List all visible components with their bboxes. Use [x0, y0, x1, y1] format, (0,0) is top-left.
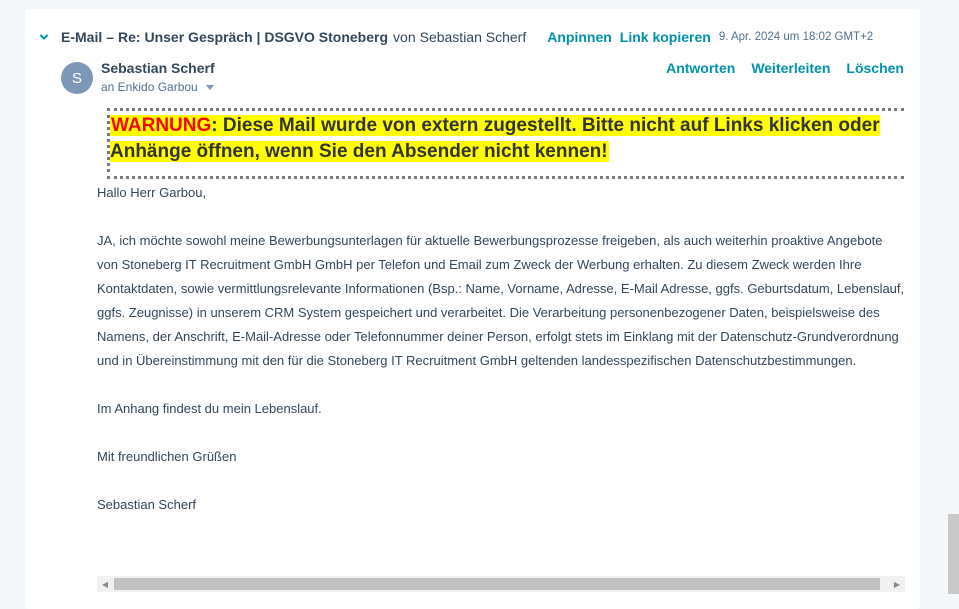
subject-separator: –: [106, 29, 115, 45]
reply-button[interactable]: Antworten: [666, 60, 735, 76]
signature: Sebastian Scherf: [97, 497, 197, 512]
warning-message: : Diese Mail wurde von extern zugestellt…: [110, 115, 880, 162]
external-warning-banner: WARNUNG: Diese Mail wurde von extern zug…: [107, 108, 904, 179]
attachment-note: Im Anhang findest du mein Lebenslauf.: [97, 401, 322, 416]
scroll-right-icon[interactable]: ▶: [889, 576, 905, 592]
greeting: Hallo Herr Garbou,: [97, 185, 207, 200]
from-name: Sebastian Scherf: [419, 29, 527, 45]
avatar: S: [61, 62, 93, 94]
closing: Mit freundlichen Grüßen: [97, 449, 237, 464]
recipient-dropdown[interactable]: an Enkido Garbou: [101, 80, 214, 94]
email-actions: Antworten Weiterleiten Löschen: [666, 60, 904, 76]
pin-button[interactable]: Anpinnen: [547, 29, 612, 45]
warning-label: WARNUNG: [111, 115, 212, 136]
email-body: Hallo Herr Garbou, JA, ich möchte sowohl…: [97, 181, 907, 541]
warning-text: WARNUNG: Diese Mail wurde von extern zug…: [110, 115, 880, 162]
caret-down-icon: [205, 84, 214, 90]
delete-button[interactable]: Löschen: [846, 60, 904, 76]
email-date: 9. Apr. 2024 um 18:02 GMT+2: [718, 31, 874, 43]
email-header: E-Mail – Re: Unser Gespräch | DSGVO Ston…: [39, 27, 904, 47]
recipient-label: an Enkido Garbou: [101, 80, 198, 94]
scrollbar-thumb[interactable]: [114, 578, 880, 590]
horizontal-scrollbar[interactable]: ◀ ▶: [97, 576, 905, 592]
page-scrollbar-thumb[interactable]: [948, 514, 959, 594]
email-type-label: E-Mail: [61, 29, 103, 45]
scroll-left-icon[interactable]: ◀: [97, 576, 113, 592]
email-card: E-Mail – Re: Unser Gespräch | DSGVO Ston…: [25, 9, 920, 609]
copy-link-button[interactable]: Link kopieren: [620, 29, 711, 45]
forward-button[interactable]: Weiterleiten: [751, 60, 830, 76]
from-prefix: von: [393, 29, 416, 45]
body-paragraph: JA, ich möchte sowohl meine Bewerbungsun…: [97, 233, 905, 368]
sender-name: Sebastian Scherf: [101, 60, 215, 76]
email-subject: Re: Unser Gespräch | DSGVO Stoneberg: [118, 29, 389, 45]
chevron-down-icon[interactable]: [39, 32, 49, 42]
